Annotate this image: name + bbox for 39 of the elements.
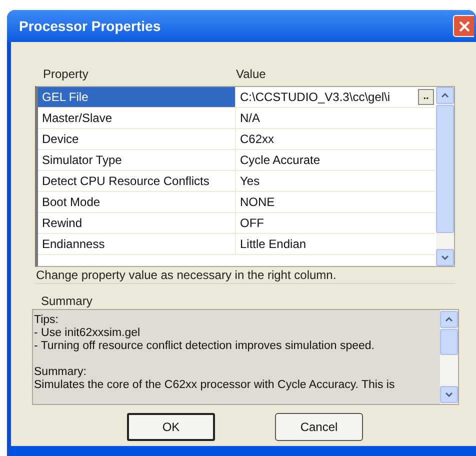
value-cell-text: OFF <box>240 215 265 232</box>
scroll-up-button[interactable] <box>440 311 458 328</box>
scroll-up-button[interactable] <box>436 87 454 104</box>
close-icon <box>458 20 470 32</box>
property-cell[interactable]: Endianness <box>38 234 236 254</box>
scrollbar[interactable] <box>440 310 458 404</box>
value-cell-text: C:\CCSTUDIO_V3.3\cc\gel\i <box>240 89 392 106</box>
value-cell-text: Little Endian <box>240 236 308 253</box>
summary-line: - Turning off resource conflict detection improves simulation speed. <box>34 340 376 353</box>
hint-text: Change property value as necessary in the right column. <box>35 267 455 284</box>
summary-line: Simulates the core of the C62xx processor with Cycle Accuracy. This is <box>34 379 396 392</box>
close-button[interactable] <box>453 15 474 37</box>
scroll-down-button[interactable] <box>440 386 458 403</box>
scrollbar[interactable] <box>436 87 454 266</box>
value-cell-text: N/A <box>240 110 262 127</box>
summary-label: Summary <box>40 293 94 309</box>
summary-line: Tips: <box>34 314 60 327</box>
value-cell-text: Cycle Accurate <box>240 152 322 169</box>
browse-button[interactable]: .. <box>418 89 434 105</box>
column-header: Value <box>235 66 266 83</box>
dialog-button[interactable]: OK <box>127 413 215 441</box>
property-cell[interactable]: Simulator Type <box>38 150 236 170</box>
property-cell[interactable]: Device <box>38 129 236 149</box>
window-title: Processor Properties <box>19 16 161 36</box>
scroll-thumb[interactable] <box>440 329 458 355</box>
value-cell-text: Yes <box>240 173 261 190</box>
property-cell[interactable]: Detect CPU Resource Conflicts <box>38 171 236 191</box>
summary-line: - Use init62xxsim.gel <box>34 327 142 340</box>
property-cell[interactable]: Boot Mode <box>38 192 236 212</box>
value-cell-text: NONE <box>240 194 276 211</box>
property-cell[interactable]: GEL File <box>38 87 236 107</box>
summary-line: Summary: <box>34 366 88 379</box>
value-cell-text: C62xx <box>240 131 276 148</box>
property-cell[interactable]: Master/Slave <box>38 108 236 128</box>
property-cell[interactable]: Rewind <box>38 213 236 233</box>
dialog-button[interactable]: Cancel <box>275 413 363 441</box>
scroll-down-button[interactable] <box>436 249 454 266</box>
column-header: Property <box>42 66 90 83</box>
scroll-thumb[interactable] <box>436 105 454 233</box>
